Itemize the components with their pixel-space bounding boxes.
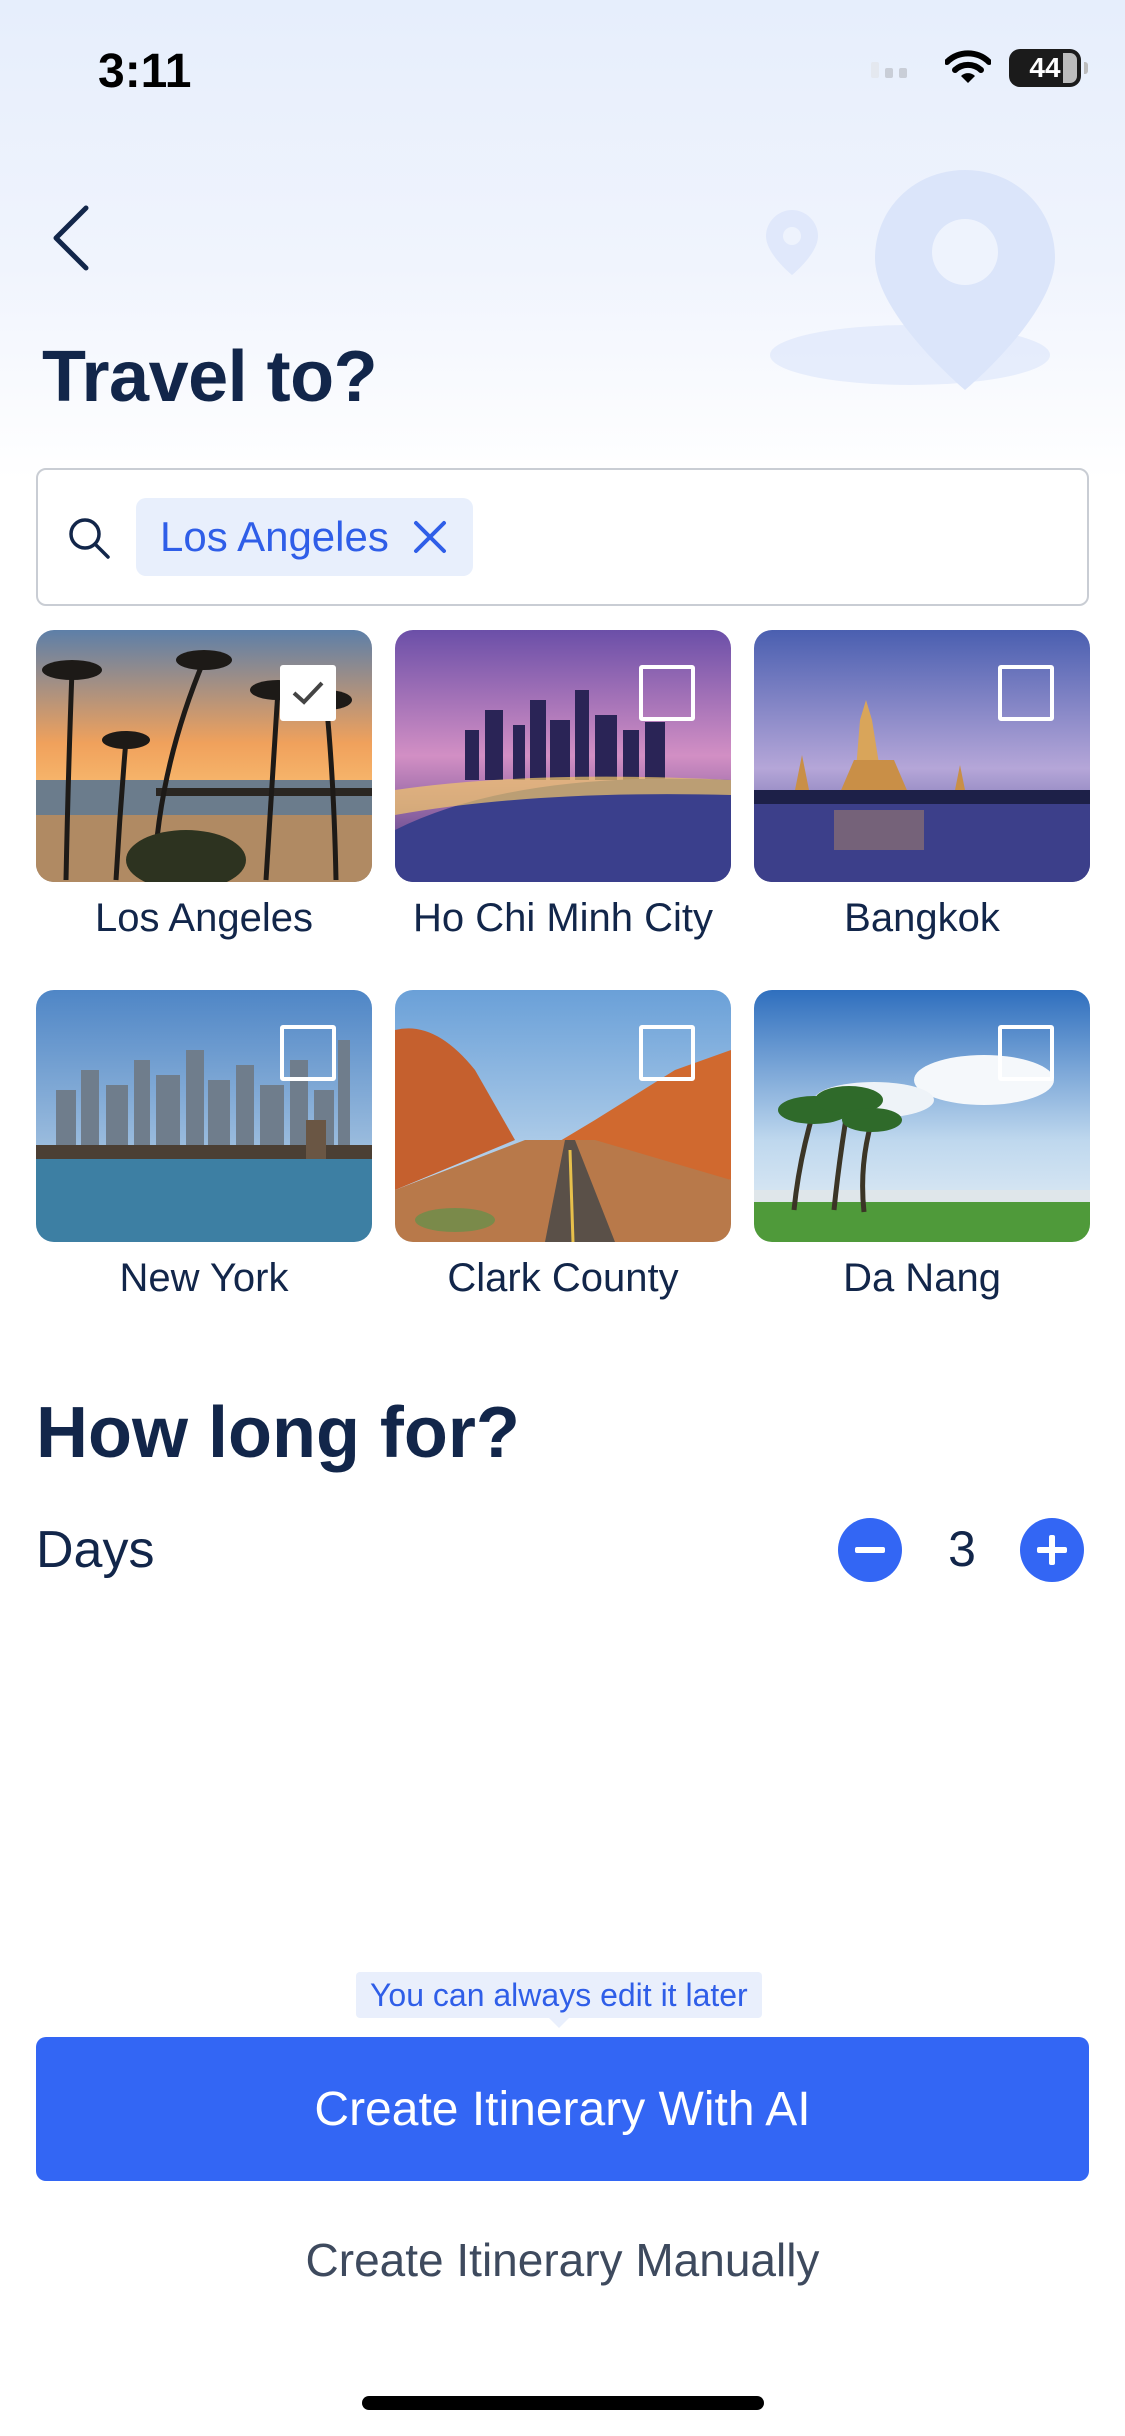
- destination-card-ho-chi-minh-city[interactable]: Ho Chi Minh City: [395, 630, 731, 941]
- selected-destination-chip: Los Angeles: [136, 498, 473, 576]
- destination-card-los-angeles[interactable]: Los Angeles: [36, 630, 372, 941]
- destination-card-new-york[interactable]: New York: [36, 990, 372, 1301]
- destination-search-input[interactable]: Los Angeles: [36, 468, 1089, 606]
- signal-icon: [871, 62, 907, 78]
- increment-days-plus-icon[interactable]: [1020, 1518, 1084, 1582]
- selection-checkbox[interactable]: [639, 665, 695, 721]
- ho-chi-minh-city-photo: [395, 630, 731, 882]
- destination-card-da-nang[interactable]: Da Nang: [754, 990, 1090, 1301]
- status-icons: 44: [871, 46, 1088, 90]
- battery-icon: 44: [1009, 49, 1088, 87]
- chip-label: Los Angeles: [160, 513, 389, 560]
- create-itinerary-manually-button[interactable]: Create Itinerary Manually: [36, 2220, 1089, 2300]
- new-york-photo: [36, 990, 372, 1242]
- destination-name: Clark County: [447, 1256, 679, 1300]
- clark-county-photo: [395, 990, 731, 1242]
- edit-later-hint: You can always edit it later: [356, 1972, 762, 2028]
- remove-chip-close-icon[interactable]: [411, 518, 449, 556]
- bangkok-photo: [754, 630, 1090, 882]
- back-chevron-icon[interactable]: [40, 198, 104, 278]
- battery-level: 44: [1029, 52, 1061, 83]
- status-time: 3:11: [98, 45, 192, 98]
- destination-name: Bangkok: [844, 896, 1000, 940]
- selection-checkbox[interactable]: [998, 1025, 1054, 1081]
- destination-name: Da Nang: [843, 1256, 1001, 1300]
- selection-checkbox[interactable]: [280, 1025, 336, 1081]
- create-itinerary-ai-button[interactable]: Create Itinerary With AI: [36, 2037, 1089, 2181]
- decrement-days-minus-icon[interactable]: [838, 1518, 902, 1582]
- map-pin-decoration-icon: [766, 170, 1055, 390]
- days-label: Days: [36, 1521, 155, 1579]
- duration-title: How long for?: [36, 1393, 520, 1473]
- da-nang-photo: [754, 990, 1090, 1242]
- selection-checkbox[interactable]: [639, 1025, 695, 1081]
- destination-name: New York: [119, 1256, 289, 1300]
- destination-card-bangkok[interactable]: Bangkok: [754, 630, 1090, 941]
- destination-name: Los Angeles: [95, 896, 313, 940]
- los-angeles-photo: [36, 630, 372, 882]
- home-indicator[interactable]: [362, 2396, 764, 2410]
- search-icon: [69, 518, 110, 559]
- checkmark-icon: [292, 681, 324, 705]
- selection-checkbox[interactable]: [280, 665, 336, 721]
- page-title: Travel to?: [42, 337, 378, 417]
- destination-card-clark-county[interactable]: Clark County: [395, 990, 731, 1301]
- selection-checkbox[interactable]: [998, 665, 1054, 721]
- wifi-icon: [945, 50, 991, 83]
- days-value: 3: [948, 1521, 976, 1577]
- destination-name: Ho Chi Minh City: [412, 896, 714, 940]
